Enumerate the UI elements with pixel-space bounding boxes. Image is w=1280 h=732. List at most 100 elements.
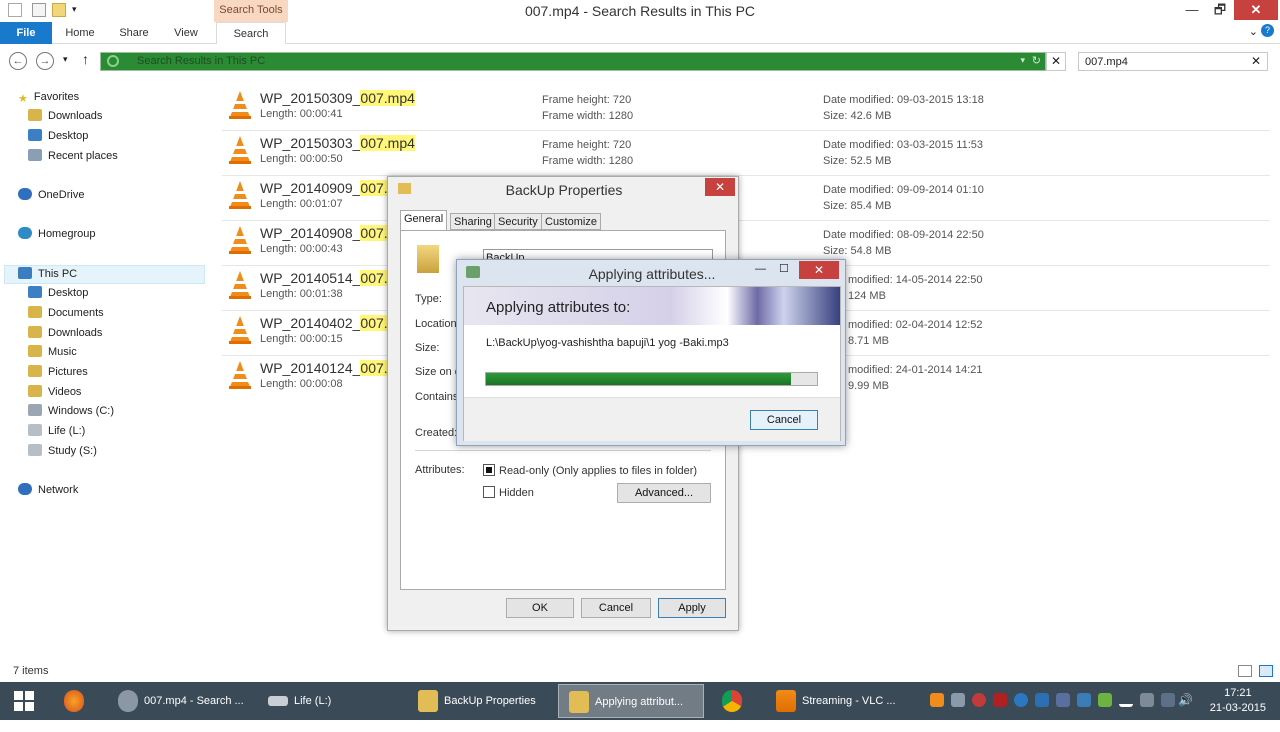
nav-favorites[interactable]: ★ Favorites: [18, 88, 79, 106]
file-name: WP_20140908_007.m: [260, 225, 400, 241]
list-item[interactable]: WP_20140909_007.m Length: 00:01:07 Date …: [222, 176, 1270, 221]
firefox-pinned[interactable]: [54, 684, 98, 718]
hidden-checkbox[interactable]: Hidden: [483, 486, 534, 499]
large-icons-view-icon[interactable]: [1259, 665, 1273, 677]
nav-item-life-l[interactable]: Life (L:): [28, 422, 85, 440]
clock[interactable]: 17:21 21-03-2015: [1210, 686, 1266, 716]
tab-file[interactable]: File: [0, 22, 52, 44]
nav-item-windows-c[interactable]: Windows (C:): [28, 402, 114, 420]
nav-item-downloads[interactable]: Downloads: [28, 107, 102, 125]
navigation-bar: ← → ▾ ↑ Search Results in This PC ▾ ↻ ✕ …: [0, 44, 1280, 78]
tray-icon[interactable]: [951, 693, 965, 707]
taskbar-item-explorer-search[interactable]: 007.mp4 - Search ...: [108, 684, 254, 718]
readonly-checkbox[interactable]: Read-only (Only applies to files in fold…: [483, 464, 697, 477]
chrome-pinned[interactable]: [712, 684, 760, 718]
readonly-checkbox-box[interactable]: [483, 464, 495, 476]
date-modified: modified: 14-05-2014 22:50: [848, 274, 983, 286]
nav-network[interactable]: Network: [18, 481, 78, 499]
details-view-icon[interactable]: [1238, 665, 1252, 677]
nav-item-label: Windows (C:): [48, 405, 115, 417]
nav-item-study-s[interactable]: Study (S:): [28, 442, 97, 460]
taskbar-item-life-drive[interactable]: Life (L:): [258, 684, 404, 718]
close-button[interactable]: ✕: [1234, 0, 1278, 20]
hidden-checkbox-box[interactable]: [483, 486, 495, 498]
start-button[interactable]: [0, 684, 48, 718]
tray-icon[interactable]: [1035, 693, 1049, 707]
refresh-icon[interactable]: ↻: [1032, 54, 1041, 67]
tray-icon[interactable]: [1056, 693, 1070, 707]
address-dropdown-icon[interactable]: ▾: [1020, 55, 1025, 66]
apply-button[interactable]: Apply: [658, 598, 726, 618]
forward-icon[interactable]: →: [36, 52, 54, 70]
tab-customize[interactable]: Customize: [541, 213, 601, 230]
up-icon[interactable]: ↑: [82, 51, 89, 67]
maximize-button[interactable]: ☐: [779, 262, 789, 275]
cancel-button[interactable]: Cancel: [750, 410, 818, 430]
nav-item-pictures[interactable]: Pictures: [28, 363, 88, 381]
nav-item-documents[interactable]: Documents: [28, 304, 104, 322]
stop-search-button[interactable]: ✕: [1046, 52, 1066, 71]
minimize-button[interactable]: —: [755, 263, 766, 275]
current-file-path: L:\BackUp\yog-vashishtha bapuji\1 yog -B…: [486, 337, 729, 349]
navigation-pane: ★ Favorites Downloads Desktop Recent plac…: [0, 80, 210, 660]
dialog-close-button[interactable]: ✕: [705, 178, 735, 196]
clear-search-icon[interactable]: ✕: [1251, 54, 1261, 68]
nav-item-videos[interactable]: Videos: [28, 383, 81, 401]
minimize-button[interactable]: —: [1178, 0, 1206, 20]
nav-onedrive[interactable]: OneDrive: [18, 186, 84, 204]
network-icon[interactable]: [1161, 693, 1175, 707]
nav-item-desktop[interactable]: Desktop: [28, 127, 88, 145]
nav-item-desktop[interactable]: Desktop: [28, 284, 88, 302]
file-name: WP_20140124_007.m: [260, 360, 400, 376]
tray-icon[interactable]: [993, 693, 1007, 707]
nav-item-downloads[interactable]: Downloads: [28, 324, 102, 342]
tray-icon[interactable]: [1077, 693, 1091, 707]
cancel-button[interactable]: Cancel: [581, 598, 651, 618]
vlc-tray-icon[interactable]: [930, 693, 944, 707]
vlc-icon: [776, 690, 796, 713]
tray-icon[interactable]: [1098, 693, 1112, 707]
nav-homegroup[interactable]: Homegroup: [18, 225, 95, 243]
nav-item-music[interactable]: Music: [28, 343, 77, 361]
tab-view[interactable]: View: [166, 22, 206, 44]
file-length: Length: 00:00:43: [260, 243, 343, 255]
nav-item-label: Recent places: [48, 150, 118, 162]
size-label: Size:: [415, 342, 440, 354]
maximize-button[interactable]: 🗗: [1206, 0, 1234, 20]
drive-icon: [268, 696, 288, 707]
tab-security[interactable]: Security: [494, 213, 542, 230]
taskbar-item-backup-properties[interactable]: BackUp Properties: [408, 684, 554, 718]
list-item[interactable]: WP_20150303_007.mp4 Length: 00:00:50 Fra…: [222, 131, 1270, 176]
ok-button[interactable]: OK: [506, 598, 574, 618]
advanced-button[interactable]: Advanced...: [617, 483, 711, 503]
back-icon[interactable]: ←: [9, 52, 27, 70]
search-input[interactable]: 007.mp4 ✕: [1078, 52, 1268, 71]
nav-item-recent-places[interactable]: Recent places: [28, 147, 118, 165]
dialog-close-button[interactable]: ✕: [799, 261, 839, 279]
nav-item-label: Videos: [48, 386, 82, 398]
ribbon-expand-icon[interactable]: ⌄: [1249, 25, 1258, 38]
help-icon[interactable]: ?: [1261, 24, 1274, 37]
tab-search[interactable]: Search: [216, 22, 286, 44]
taskbar-item-applying-attributes[interactable]: Applying attribut...: [558, 684, 704, 718]
taskbar-item-label: Streaming - VLC ...: [802, 695, 896, 707]
divider: [415, 450, 711, 451]
file-size: Size: 52.5 MB: [823, 155, 892, 167]
signal-icon[interactable]: [1119, 693, 1133, 707]
readonly-label: Read-only (Only applies to files in fold…: [499, 465, 698, 477]
list-item[interactable]: WP_20150309_007.mp4 Length: 00:00:41 Fra…: [222, 86, 1270, 131]
tray-icon[interactable]: [1140, 693, 1154, 707]
address-bar[interactable]: Search Results in This PC ▾ ↻: [100, 52, 1046, 71]
taskbar-item-vlc-streaming[interactable]: Streaming - VLC ...: [766, 684, 912, 718]
tray-icon[interactable]: [1014, 693, 1028, 707]
tab-home[interactable]: Home: [60, 22, 100, 44]
volume-icon[interactable]: 🔊: [1178, 693, 1193, 707]
nav-this-pc[interactable]: This PC: [18, 265, 77, 283]
recent-locations-icon[interactable]: ▾: [63, 54, 68, 65]
tray-icon[interactable]: [972, 693, 986, 707]
tab-share[interactable]: Share: [112, 22, 156, 44]
tab-sharing[interactable]: Sharing: [450, 213, 496, 230]
file-size: 124 MB: [848, 290, 886, 302]
tab-general[interactable]: General: [400, 210, 448, 231]
nav-item-label: Downloads: [48, 110, 103, 122]
